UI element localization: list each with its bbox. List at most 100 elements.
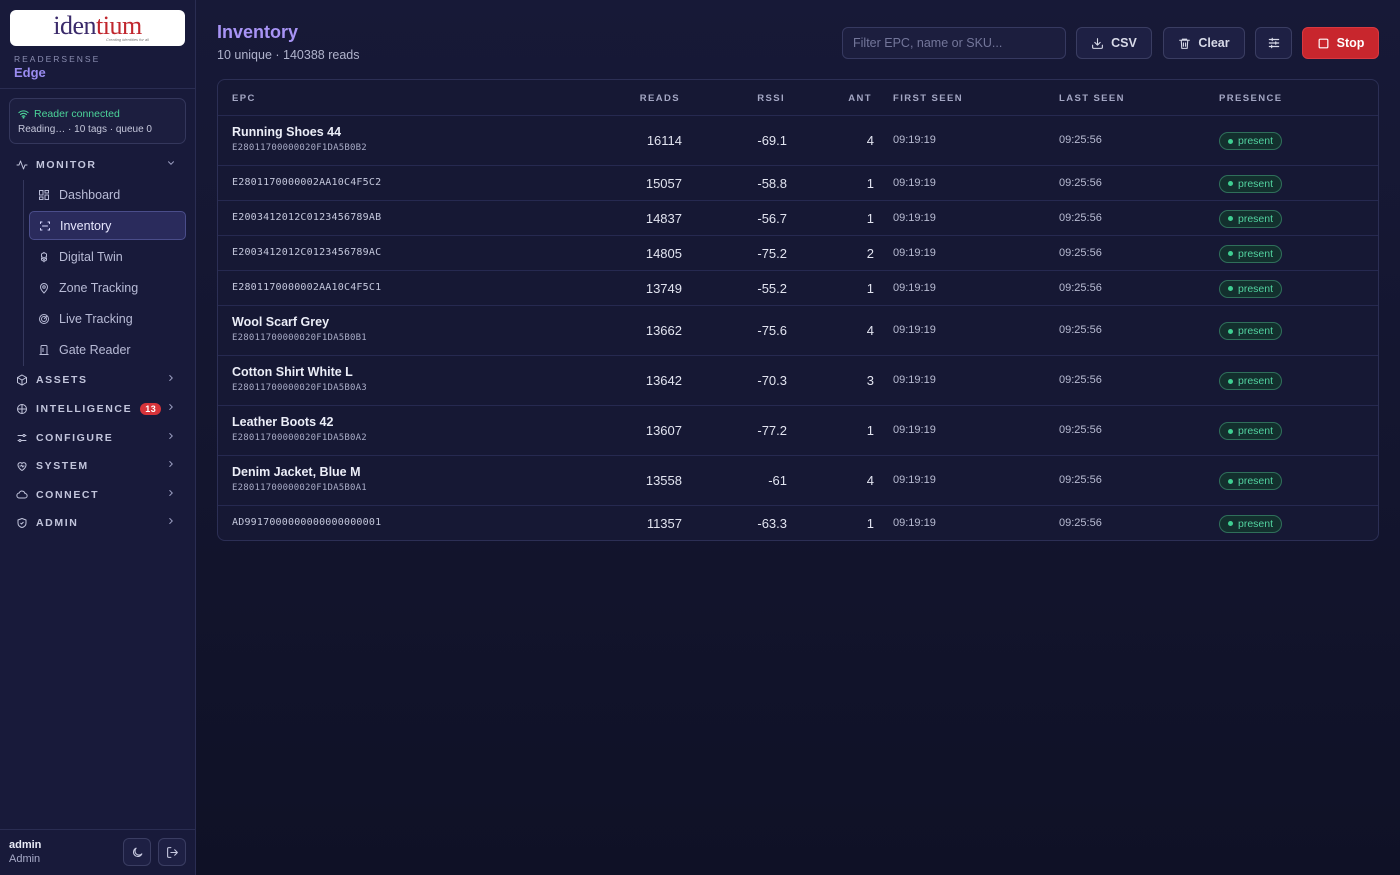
column-header-ant[interactable]: ANT [848,93,872,104]
epc-cell: E2003412012C0123456789AB [232,212,381,223]
sidebar-item-label: Digital Twin [59,249,123,264]
page-title: Inventory [217,22,299,42]
status-dot-icon [1228,478,1233,484]
inventory-table: EPC READS RSSI ANT FIRST SEEN LAST SEEN … [217,79,1379,541]
last-seen-cell: 09:25:56 [1059,246,1102,259]
presence-label: present [1238,282,1274,295]
epc-cell: Wool Scarf Grey E28011700000020F1DA5B0B1 [232,315,367,343]
package-icon [17,374,27,386]
presence-label: present [1238,212,1274,225]
boxes-icon [41,251,47,262]
epc-cell: E2801170000002AA10C4F5C2 [232,177,381,188]
table-row[interactable]: Denim Jacket, Blue M E28011700000020F1DA5… [218,455,1378,505]
sidebar-item-label: Gate Reader [59,342,131,357]
logout-button[interactable] [158,838,186,866]
reads-cell: 13662 [645,323,682,338]
antenna-cell: 2 [866,245,874,261]
clear-button[interactable]: Clear [1163,27,1245,59]
epc-code: E28011700000020F1DA5B0B1 [232,333,367,343]
chevron-right-icon [166,516,176,529]
epc-code: E28011700000020F1DA5B0B2 [232,143,367,153]
column-header-rssi[interactable]: RSSI [757,93,785,104]
sidebar-item-inventory[interactable]: Inventory [29,211,186,240]
nav-section-label: ADMIN [36,517,79,529]
presence-label: present [1238,375,1274,387]
first-seen-cell: 09:19:19 [893,134,936,146]
logo-text-part: iden [53,10,97,40]
antenna-cell: 1 [866,423,874,438]
stop-square-icon [1318,38,1329,48]
sidebar-item-dashboard[interactable]: Dashboard [29,180,186,209]
table-row[interactable]: E2003412012C0123456789AB 14837 -56.7 1 09:19… [218,200,1378,235]
nav-section-label: INTELLIGENCE [36,403,133,415]
table-row[interactable]: Running Shoes 44 E28011700000020F1DA5B0B2… [218,115,1378,165]
map-pin-icon [39,282,49,294]
last-seen-cell: 09:25:56 [1059,516,1102,529]
user-info: admin Admin [9,839,41,865]
sidebar-item-label: Live Tracking [59,311,133,326]
column-header-presence[interactable]: PRESENCE [1219,93,1282,104]
logo-tagline: Creating identities for all [106,36,149,42]
nav-section-intelligence[interactable]: INTELLIGENCE 13 [16,399,182,419]
product-edition: Edge [14,65,46,80]
reader-status-card: Reader connected Reading… · 10 tags · qu… [9,98,186,144]
rssi-cell: -77.2 [757,423,787,438]
column-header-epc[interactable]: EPC [232,93,256,104]
presence-label: present [1238,325,1274,337]
reads-cell: 13607 [645,423,682,438]
epc-code: E28011700000020F1DA5B0A2 [232,433,367,443]
stop-button[interactable]: Stop [1302,27,1379,59]
antenna-cell: 4 [866,323,874,338]
chevron-right-icon [166,459,176,472]
rssi-cell: -63.3 [757,515,787,531]
sidebar-item-digital-twin[interactable]: Digital Twin [29,242,186,271]
table-row[interactable]: E2801170000002AA10C4F5C2 15057 -58.8 1 09:19… [218,165,1378,200]
sidebar-item-gate-reader[interactable]: Gate Reader [29,335,186,364]
identium-logo: identium Creating identities for all [10,10,185,46]
nav-section-assets[interactable]: ASSETS [16,370,182,390]
epc-code: E28011700000020F1DA5B0A1 [232,483,367,493]
column-header-reads[interactable]: READS [640,93,680,104]
table-row[interactable]: Leather Boots 42 E28011700000020F1DA5B0A2… [218,405,1378,455]
column-header-first-seen[interactable]: FIRST SEEN [893,93,963,104]
epc-cell: E2801170000002AA10C4F5C1 [232,282,381,293]
status-dot-icon [1228,138,1233,144]
rssi-cell: -58.8 [757,175,787,191]
table-row[interactable]: Wool Scarf Grey E28011700000020F1DA5B0B1 1… [218,305,1378,355]
reads-cell: 14805 [645,245,682,261]
cloud-icon [16,490,28,499]
table-row[interactable]: Cotton Shirt White L E28011700000020F1DA5… [218,355,1378,405]
nav-section-monitor[interactable]: MONITOR [16,155,182,175]
brain-icon [17,404,27,414]
dashboard-icon [39,189,49,200]
table-row[interactable]: E2003412012C0123456789AC 14805 -75.2 2 09:19… [218,235,1378,270]
chevron-right-icon [166,488,176,501]
sidebar-item-zone-tracking[interactable]: Zone Tracking [29,273,186,302]
status-dot-icon [1228,378,1233,384]
reads-cell: 15057 [645,175,682,191]
column-settings-button[interactable] [1255,27,1292,59]
presence-badge: present [1219,132,1283,150]
status-dot-icon [1228,251,1233,256]
table-row[interactable]: AD9917000000000000000001 11357 -63.3 1 09:19… [218,505,1378,540]
divider [0,88,196,89]
epc-cell: Cotton Shirt White L E28011700000020F1DA5… [232,365,367,393]
status-dot-icon [1228,181,1233,186]
nav-section-connect[interactable]: CONNECT [16,485,182,505]
table-row[interactable]: E2801170000002AA10C4F5C1 13749 -55.2 1 09:19… [218,270,1378,305]
reader-status-detail: Reading… · 10 tags · queue 0 [18,124,152,135]
nav-section-system[interactable]: SYSTEM [16,456,182,476]
column-header-last-seen[interactable]: LAST SEEN [1059,93,1125,104]
sidebar-item-live-tracking[interactable]: Live Tracking [29,304,186,333]
nav-section-configure[interactable]: CONFIGURE [16,428,182,448]
chevron-right-icon [166,431,176,444]
csv-export-button[interactable]: CSV [1076,27,1152,59]
filter-input[interactable] [842,27,1066,59]
theme-toggle-button[interactable] [123,838,151,866]
nav-section-label: ASSETS [36,374,88,386]
nav-section-admin[interactable]: ADMIN [16,513,182,533]
presence-label: present [1238,425,1274,437]
epc-cell: E2003412012C0123456789AC [232,247,381,258]
first-seen-cell: 09:19:19 [893,516,936,529]
last-seen-cell: 09:25:56 [1059,134,1102,146]
